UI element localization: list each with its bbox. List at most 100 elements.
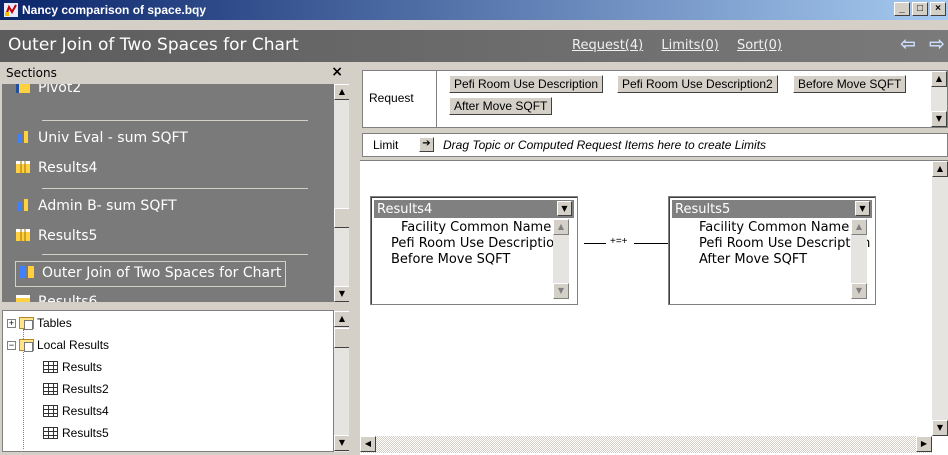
tree-node-results4[interactable]: Results4 [43, 404, 109, 422]
section-divider [42, 254, 308, 255]
request-divider [436, 71, 437, 127]
sort-link[interactable]: Sort(0) [737, 38, 782, 53]
join-line [584, 243, 606, 244]
scroll-right-icon[interactable]: ▶ [916, 436, 932, 452]
section-item-pivot2[interactable]: Pivot2 [16, 84, 81, 102]
section-item-admin-b[interactable]: Admin B- sum SQFT [16, 198, 177, 220]
results-table-icon [16, 295, 30, 302]
section-item-univ-eval[interactable]: Univ Eval - sum SQFT [16, 130, 188, 152]
scroll-down-icon[interactable]: ▼ [931, 111, 947, 127]
results-table-icon [16, 229, 30, 241]
forward-arrow-icon[interactable]: ⇨ [929, 33, 945, 55]
section-divider [42, 188, 308, 189]
section-item-label: Univ Eval - sum SQFT [38, 130, 188, 146]
window-title: Nancy comparison of space.bqy [22, 3, 207, 17]
table-icon [43, 361, 58, 373]
table-name: Results4 [377, 202, 433, 217]
sections-close-icon[interactable]: × [331, 64, 343, 80]
tree-node-results[interactable]: Results [43, 360, 102, 378]
limit-arrow-icon[interactable]: ➔ [419, 137, 434, 152]
section-item-label: Admin B- sum SQFT [38, 198, 177, 214]
scroll-thumb[interactable] [334, 328, 350, 348]
section-item-results4[interactable]: Results4 [16, 160, 97, 182]
request-item[interactable]: Pefi Room Use Description2 [617, 75, 778, 93]
results4-table-box[interactable]: Results4 ▼ Facility Common Name Pefi Roo… [370, 196, 578, 305]
scroll-up-icon[interactable]: ▲ [931, 71, 947, 87]
scroll-down-icon[interactable]: ▼ [932, 420, 948, 436]
section-item-results6[interactable]: Results6 [16, 294, 97, 302]
canvas-vscroll[interactable]: ▲ ▼ [932, 161, 948, 436]
scroll-up-icon[interactable]: ▲ [553, 219, 569, 235]
tree-node-results2[interactable]: Results2 [43, 382, 109, 400]
table-icon [43, 383, 58, 395]
expand-icon[interactable]: + [7, 319, 16, 328]
request-link[interactable]: Request(4) [572, 38, 643, 53]
table-scrollbar[interactable]: ▲ ▼ [553, 219, 569, 299]
table-icon [43, 405, 58, 417]
table-field[interactable]: Pefi Room Use Description [391, 236, 562, 251]
pivot-icon [16, 84, 30, 93]
minimize-button[interactable]: _ [894, 2, 910, 16]
scroll-up-icon[interactable]: ▲ [932, 161, 948, 177]
results5-table-box[interactable]: Results5 ▼ Facility Common Name Pefi Roo… [668, 196, 876, 305]
table-field[interactable]: Before Move SQFT [391, 252, 510, 267]
tree-node-label: Results2 [62, 382, 109, 396]
tree-node-local-results[interactable]: − Local Results [7, 338, 109, 356]
sections-label: Sections [6, 66, 57, 80]
back-arrow-icon[interactable]: ⇦ [900, 33, 916, 55]
table-header: Results5 ▼ [672, 200, 872, 218]
tree-node-tables[interactable]: + Tables [7, 316, 72, 334]
section-item-outer-join[interactable]: Outer Join of Two Spaces for Chart [15, 261, 287, 287]
sections-list: Pivot2 Univ Eval - sum SQFT Results4 Adm… [2, 84, 334, 302]
dropdown-icon[interactable]: ▼ [557, 201, 572, 216]
scroll-up-icon[interactable]: ▲ [334, 84, 350, 100]
scroll-down-icon[interactable]: ▼ [851, 283, 867, 299]
scroll-up-icon[interactable]: ▲ [851, 219, 867, 235]
request-scrollbar[interactable]: ▲ ▼ [931, 71, 947, 127]
scroll-thumb[interactable] [334, 208, 350, 228]
limit-label: Limit [373, 138, 399, 152]
tree-node-label: Tables [37, 316, 72, 330]
limit-line: Limit ➔ Drag Topic or Computed Request I… [362, 133, 948, 157]
scroll-down-icon[interactable]: ▼ [553, 283, 569, 299]
query-icon [20, 266, 34, 278]
scroll-left-icon[interactable]: ◀ [360, 436, 376, 452]
tree-node-label: Results [62, 360, 103, 374]
scroll-down-icon[interactable]: ▼ [334, 435, 350, 451]
section-header-bar: Outer Join of Two Spaces for Chart Reque… [0, 30, 948, 60]
close-window-button[interactable]: × [930, 2, 946, 16]
tree-node-label: Results4 [62, 404, 109, 418]
request-label: Request [369, 91, 414, 105]
request-item[interactable]: After Move SQFT [449, 97, 553, 115]
dropdown-icon[interactable]: ▼ [855, 201, 870, 216]
request-line: Request Pefi Room Use Description Pefi R… [362, 70, 948, 128]
maximize-button[interactable]: □ [912, 2, 928, 16]
tree-scrollbar[interactable]: ▲ ▼ [334, 311, 350, 452]
table-field[interactable]: Pefi Room Use Description [699, 236, 870, 251]
section-item-label: Pivot2 [38, 84, 82, 96]
table-header: Results4 ▼ [374, 200, 574, 218]
tree-node-results5[interactable]: Results5 [43, 426, 109, 444]
table-scrollbar[interactable]: ▲ ▼ [851, 219, 867, 299]
table-field[interactable]: Facility Common Name [401, 220, 551, 235]
limits-link[interactable]: Limits(0) [661, 38, 718, 53]
scroll-up-icon[interactable]: ▲ [334, 311, 350, 327]
canvas-hscroll[interactable]: ◀ ▶ [360, 436, 932, 453]
results-table-icon [16, 161, 30, 173]
scroll-down-icon[interactable]: ▼ [334, 286, 350, 302]
sections-scrollbar[interactable]: ▲ ▼ [334, 84, 350, 302]
folder-open-icon [19, 339, 34, 352]
chart-icon [17, 131, 28, 143]
chart-icon [17, 199, 28, 211]
sections-panel-header: Sections × [2, 62, 349, 84]
tree-node-label: Local Results [37, 338, 110, 352]
panel-splitter[interactable] [349, 62, 358, 455]
table-field[interactable]: After Move SQFT [699, 252, 807, 267]
join-link[interactable]: +=+ [584, 236, 668, 248]
table-field[interactable]: Facility Common Name [699, 220, 849, 235]
request-item[interactable]: Pefi Room Use Description [449, 75, 604, 93]
collapse-icon[interactable]: − [7, 341, 16, 350]
request-item[interactable]: Before Move SQFT [793, 75, 907, 93]
section-item-label: Results6 [38, 294, 98, 302]
section-item-results5[interactable]: Results5 [16, 228, 97, 250]
